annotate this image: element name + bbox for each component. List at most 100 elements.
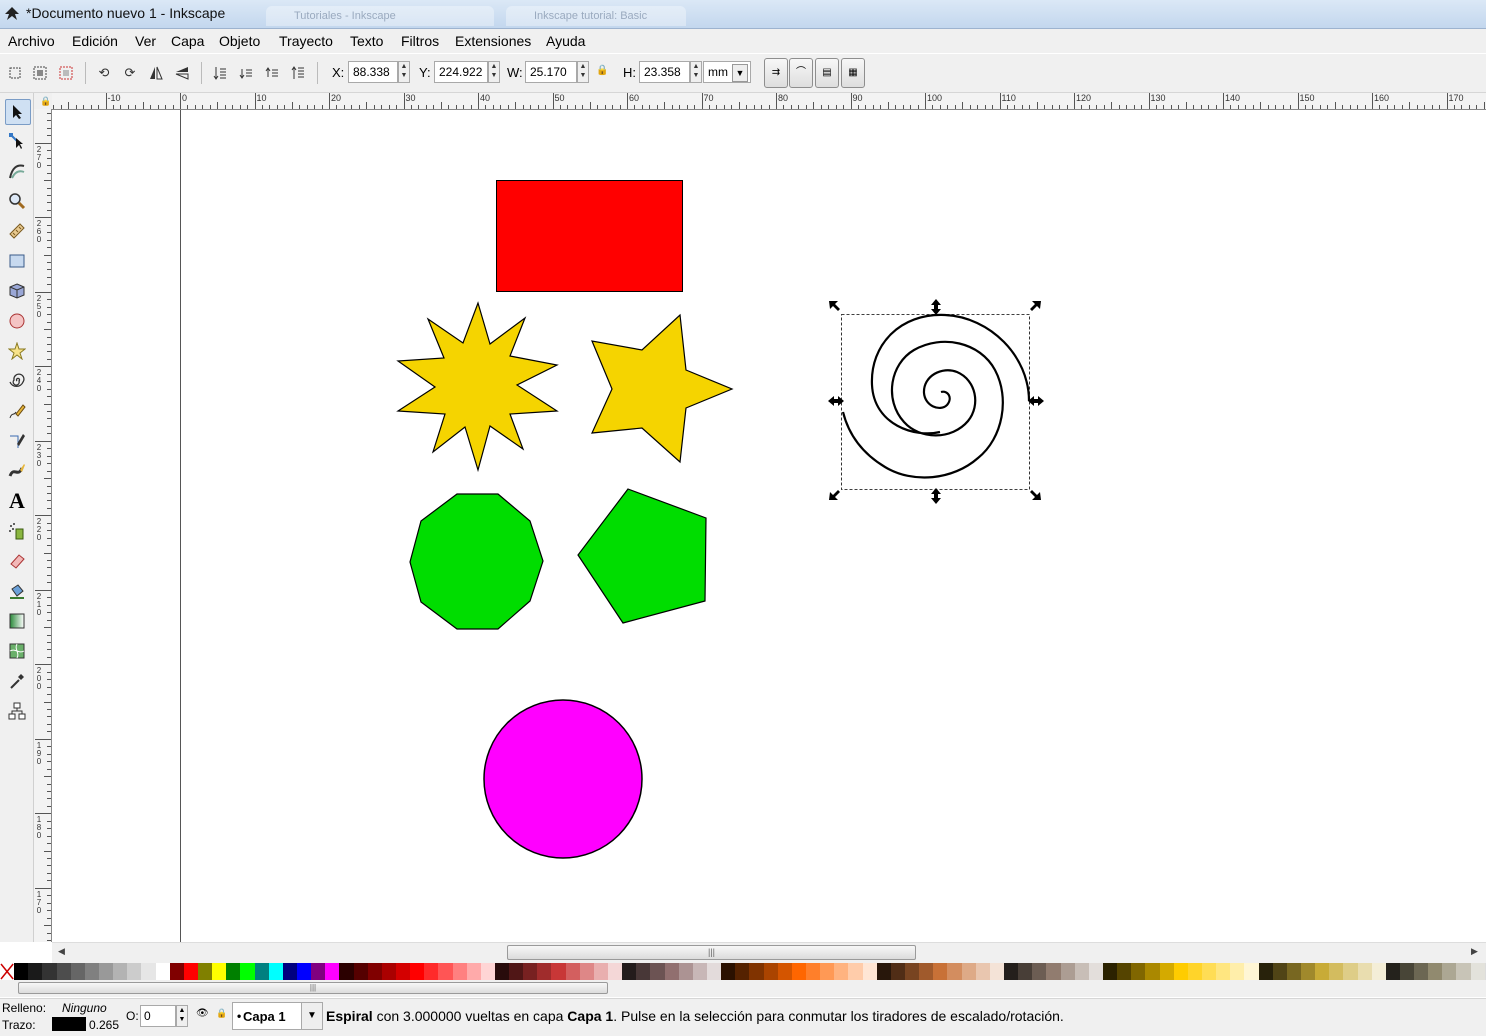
color-swatch[interactable] bbox=[1032, 963, 1047, 980]
menu-archivo[interactable]: Archivo bbox=[8, 33, 55, 49]
lower-icon[interactable] bbox=[236, 63, 256, 83]
color-swatch[interactable] bbox=[226, 963, 241, 980]
color-swatch[interactable] bbox=[240, 963, 255, 980]
color-swatch[interactable] bbox=[1286, 963, 1301, 980]
color-swatch[interactable] bbox=[1428, 963, 1443, 980]
color-swatch[interactable] bbox=[1074, 963, 1089, 980]
color-swatch[interactable] bbox=[1343, 963, 1358, 980]
node-tool[interactable] bbox=[5, 129, 29, 153]
color-swatch[interactable] bbox=[1470, 963, 1485, 980]
color-swatch[interactable] bbox=[254, 963, 269, 980]
rotate-ccw-icon[interactable]: ⟲ bbox=[94, 63, 114, 83]
color-swatch[interactable] bbox=[1003, 963, 1019, 980]
color-swatch[interactable] bbox=[1371, 963, 1386, 980]
color-swatch[interactable] bbox=[1456, 963, 1471, 980]
menu-objeto[interactable]: Objeto bbox=[219, 33, 260, 49]
menu-texto[interactable]: Texto bbox=[350, 33, 383, 49]
color-swatch[interactable] bbox=[905, 963, 920, 980]
color-swatch[interactable] bbox=[183, 963, 198, 980]
lower-to-bottom-icon[interactable] bbox=[210, 63, 230, 83]
flip-horizontal-icon[interactable] bbox=[146, 63, 166, 83]
star-tool[interactable] bbox=[5, 339, 29, 363]
color-swatch[interactable] bbox=[1244, 963, 1259, 980]
color-swatch[interactable] bbox=[565, 963, 580, 980]
color-swatch[interactable] bbox=[1117, 963, 1132, 980]
color-swatch[interactable] bbox=[42, 963, 57, 980]
eye-icon[interactable]: 👁 bbox=[196, 1008, 209, 1019]
gradient-tool[interactable] bbox=[5, 609, 29, 633]
color-swatch[interactable] bbox=[1159, 963, 1174, 980]
lock-icon[interactable]: 🔒 bbox=[596, 65, 608, 76]
color-swatch[interactable] bbox=[777, 963, 792, 980]
color-swatch[interactable] bbox=[98, 963, 114, 980]
color-swatch[interactable] bbox=[381, 963, 396, 980]
color-swatch[interactable] bbox=[537, 963, 552, 980]
transform-gradients-toggle[interactable]: ▤ bbox=[815, 58, 839, 88]
w-input[interactable]: 25.170 bbox=[525, 61, 577, 83]
color-swatch[interactable] bbox=[791, 963, 807, 980]
measure-tool[interactable] bbox=[5, 219, 29, 243]
ghost-tab-2[interactable]: Inkscape tutorial: Basic bbox=[506, 6, 686, 26]
color-swatch[interactable] bbox=[1399, 963, 1415, 980]
deselect-icon[interactable] bbox=[56, 63, 76, 83]
menu-ver[interactable]: Ver bbox=[135, 33, 156, 49]
color-swatch[interactable] bbox=[14, 963, 29, 980]
calligraphy-tool[interactable] bbox=[5, 459, 29, 483]
color-swatch[interactable] bbox=[579, 963, 594, 980]
color-swatch[interactable] bbox=[1329, 963, 1344, 980]
fill-value[interactable]: Ninguno bbox=[62, 1001, 107, 1015]
menu-extensiones[interactable]: Extensiones bbox=[455, 33, 531, 49]
color-swatch[interactable] bbox=[608, 963, 623, 980]
menu-capa[interactable]: Capa bbox=[171, 33, 204, 49]
raise-icon[interactable] bbox=[262, 63, 282, 83]
color-swatch[interactable] bbox=[1385, 963, 1400, 980]
h-input[interactable]: 23.358 bbox=[639, 61, 690, 83]
transform-patterns-toggle[interactable]: ▦ bbox=[841, 58, 865, 88]
color-swatch[interactable] bbox=[1272, 963, 1287, 980]
select-all-layers-icon[interactable] bbox=[30, 63, 50, 83]
color-swatch[interactable] bbox=[1187, 963, 1202, 980]
dropper-tool[interactable] bbox=[5, 669, 29, 693]
color-swatch[interactable] bbox=[84, 963, 99, 980]
3dbox-tool[interactable] bbox=[5, 279, 29, 303]
stroke-swatch[interactable] bbox=[52, 1017, 86, 1031]
color-swatch[interactable] bbox=[466, 963, 481, 980]
tweak-tool[interactable] bbox=[5, 159, 29, 183]
color-swatch[interactable] bbox=[1216, 963, 1231, 980]
color-swatch[interactable] bbox=[127, 963, 142, 980]
color-swatch[interactable] bbox=[848, 963, 863, 980]
flip-vertical-icon[interactable] bbox=[172, 63, 192, 83]
pencil-tool[interactable] bbox=[5, 399, 29, 423]
color-swatch[interactable] bbox=[650, 963, 665, 980]
color-swatch[interactable] bbox=[282, 963, 297, 980]
color-swatch[interactable] bbox=[862, 963, 877, 980]
scroll-thumb[interactable]: ||| bbox=[507, 945, 916, 960]
pen-tool[interactable] bbox=[5, 429, 29, 453]
color-swatch[interactable] bbox=[975, 963, 990, 980]
color-swatch[interactable] bbox=[749, 963, 764, 980]
color-swatch[interactable] bbox=[325, 963, 340, 980]
selector-tool[interactable] bbox=[5, 99, 31, 125]
ellipse-tool[interactable] bbox=[5, 309, 29, 333]
color-swatch[interactable] bbox=[1173, 963, 1188, 980]
mesh-tool[interactable] bbox=[5, 639, 29, 663]
color-swatch[interactable] bbox=[721, 963, 736, 980]
spray-tool[interactable] bbox=[5, 519, 29, 543]
horizontal-ruler[interactable]: -10 0 10 20 30 40 50 60 70 80 90 100 110 120 130 140 150… bbox=[52, 93, 1486, 110]
palette-scrollbar[interactable]: ||| bbox=[0, 980, 1486, 997]
connector-tool[interactable] bbox=[5, 699, 29, 723]
unit-select[interactable]: mm ▼ bbox=[703, 61, 751, 83]
color-swatch[interactable] bbox=[735, 963, 750, 980]
vertical-ruler[interactable]: 270 260 250 240 230 220 210 200 190 180 170 bbox=[34, 109, 52, 942]
color-swatch[interactable] bbox=[494, 963, 510, 980]
color-swatch[interactable] bbox=[212, 963, 227, 980]
color-swatch[interactable] bbox=[311, 963, 326, 980]
color-swatch[interactable] bbox=[268, 963, 283, 980]
scale-stroke-toggle[interactable]: ⇉ bbox=[764, 58, 788, 88]
color-swatch[interactable] bbox=[155, 963, 170, 980]
y-spinner[interactable]: ▲ ▼ bbox=[488, 61, 500, 83]
color-swatch[interactable] bbox=[28, 963, 43, 980]
color-swatch[interactable] bbox=[1088, 963, 1103, 980]
rotate-cw-icon[interactable]: ⟳ bbox=[120, 63, 140, 83]
color-swatch[interactable] bbox=[593, 963, 609, 980]
